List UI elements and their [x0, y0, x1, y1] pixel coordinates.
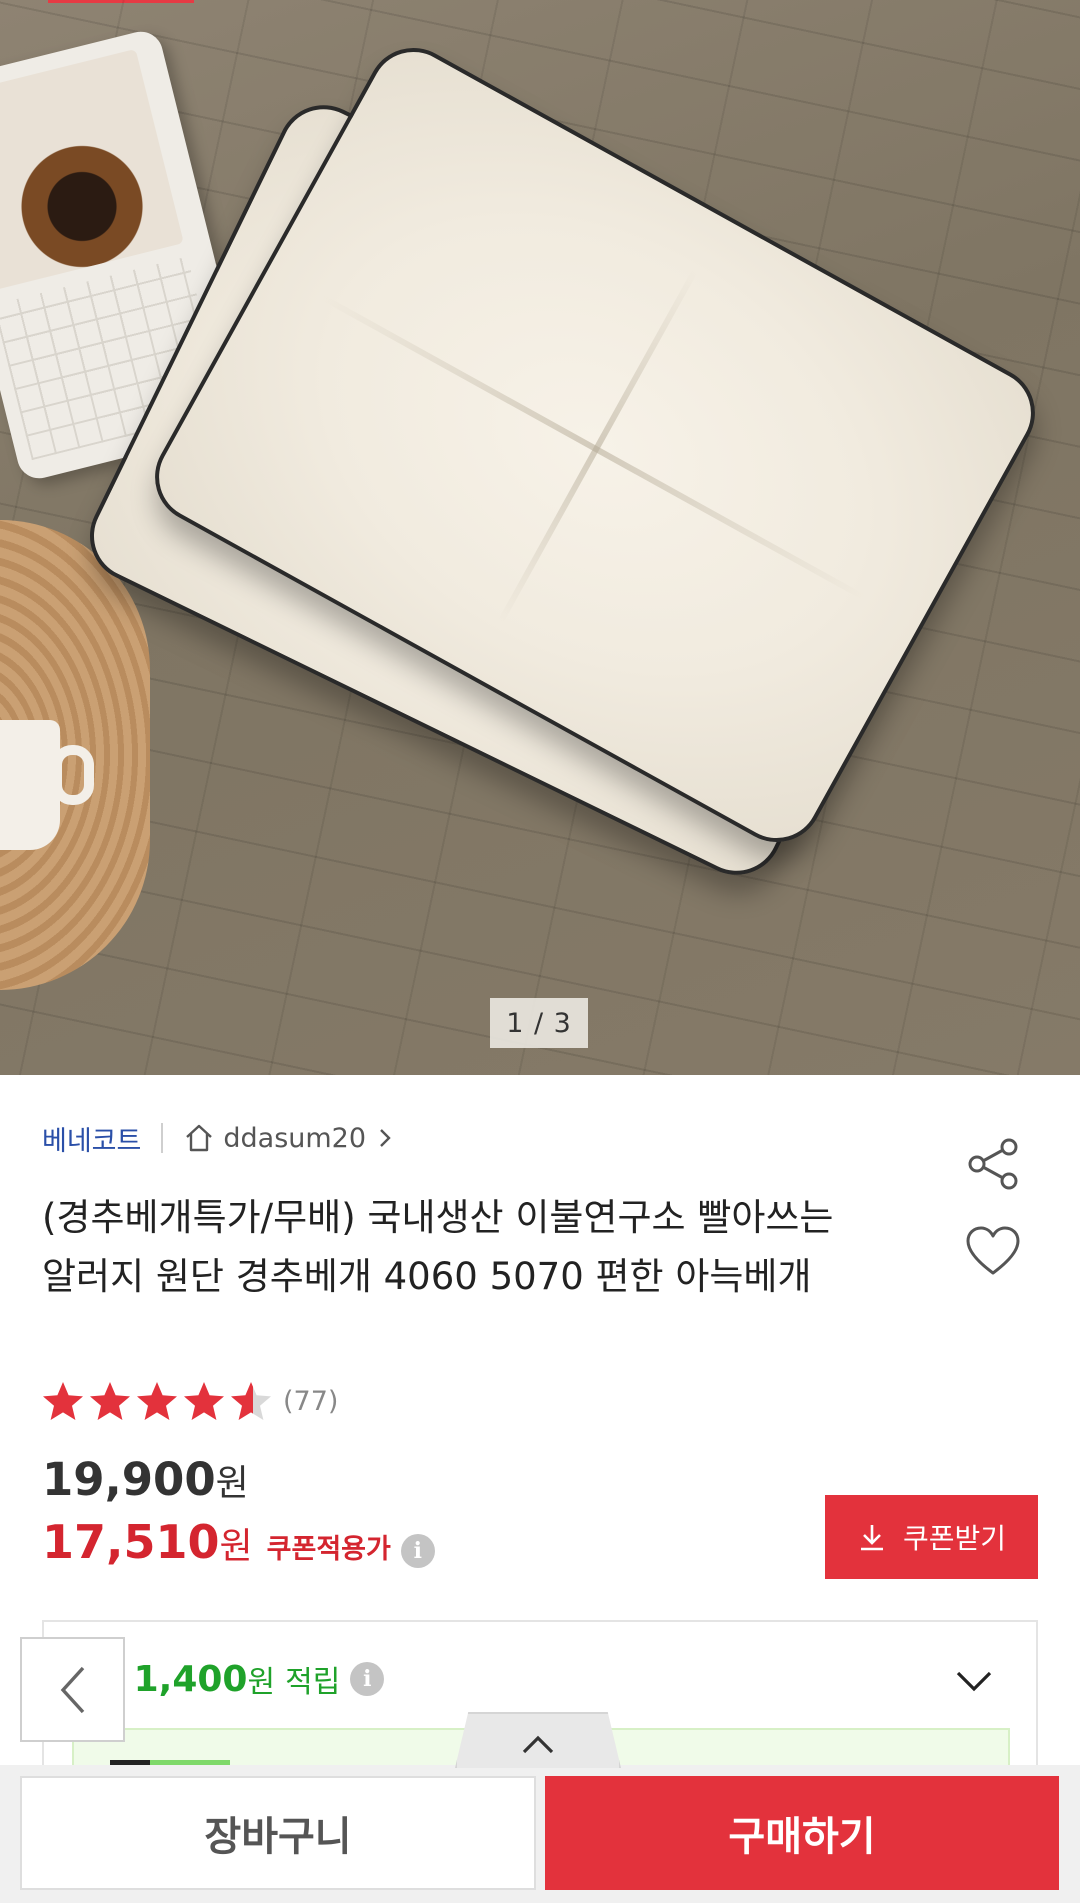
sale-price-unit: 원 [219, 1526, 253, 1567]
chevron-left-icon [60, 1666, 84, 1713]
product-title: (경추베개특가/무배) 국내생산 이불연구소 빨아쓰는 알러지 원단 경추베개 … [42, 1196, 834, 1298]
original-price: 19,900원 [42, 1453, 249, 1506]
back-button[interactable] [20, 1637, 125, 1742]
brand-link[interactable]: 베네코트 [42, 1119, 141, 1158]
home-icon [186, 1124, 213, 1152]
original-price-unit: 원 [215, 1463, 249, 1504]
star-icon [137, 1382, 177, 1420]
points-info-icon[interactable]: i [350, 1662, 385, 1696]
star-icon [43, 1382, 83, 1420]
share-icon[interactable] [964, 1135, 1022, 1193]
buy-now-button[interactable]: 구매하기 [545, 1776, 1059, 1890]
mug-prop [0, 720, 60, 850]
sale-price-value: 17,510 [42, 1515, 220, 1569]
chevron-up-icon [522, 1735, 554, 1754]
get-coupon-label: 쿠폰받기 [902, 1523, 1007, 1554]
image-counter: 1 / 3 [490, 998, 588, 1048]
original-price-value: 19,900 [42, 1453, 216, 1506]
store-divider [161, 1123, 164, 1153]
store-row: 베네코트 ddasum20 [42, 1118, 394, 1158]
tablet-screen [0, 48, 184, 292]
star-half-icon [231, 1382, 271, 1420]
seller-link[interactable]: ddasum20 [223, 1123, 366, 1154]
points-amount: 1,400 [133, 1658, 248, 1700]
download-icon [860, 1525, 883, 1551]
star-icon [90, 1382, 130, 1420]
mug-handle [52, 745, 94, 805]
heart-icon[interactable] [964, 1225, 1022, 1277]
review-count[interactable]: (77) [283, 1386, 338, 1417]
rating-row[interactable]: (77) [42, 1380, 338, 1422]
sale-price: 17,510원 [42, 1515, 253, 1569]
product-image-gallery[interactable]: 1 / 3 [0, 0, 1080, 1075]
rating-stars [42, 1380, 277, 1422]
points-unit: 원 [247, 1665, 276, 1700]
get-coupon-button[interactable]: 쿠폰받기 [825, 1495, 1038, 1579]
add-to-cart-button[interactable]: 장바구니 [20, 1776, 536, 1890]
points-label: 적립 [285, 1665, 341, 1700]
collapse-tab[interactable] [455, 1712, 621, 1768]
pillow-seam-vertical [497, 269, 698, 624]
chevron-right-icon [380, 1129, 391, 1147]
coupon-price-label: 쿠폰적용가 [266, 1534, 391, 1565]
info-icon[interactable]: i [400, 1534, 435, 1568]
chevron-down-icon[interactable] [955, 1668, 993, 1694]
star-icon [184, 1382, 224, 1420]
points-row[interactable]: 최 1,400 원 적립 i [100, 1657, 385, 1701]
sale-price-row: 17,510원 쿠폰적용가 i [42, 1515, 435, 1569]
